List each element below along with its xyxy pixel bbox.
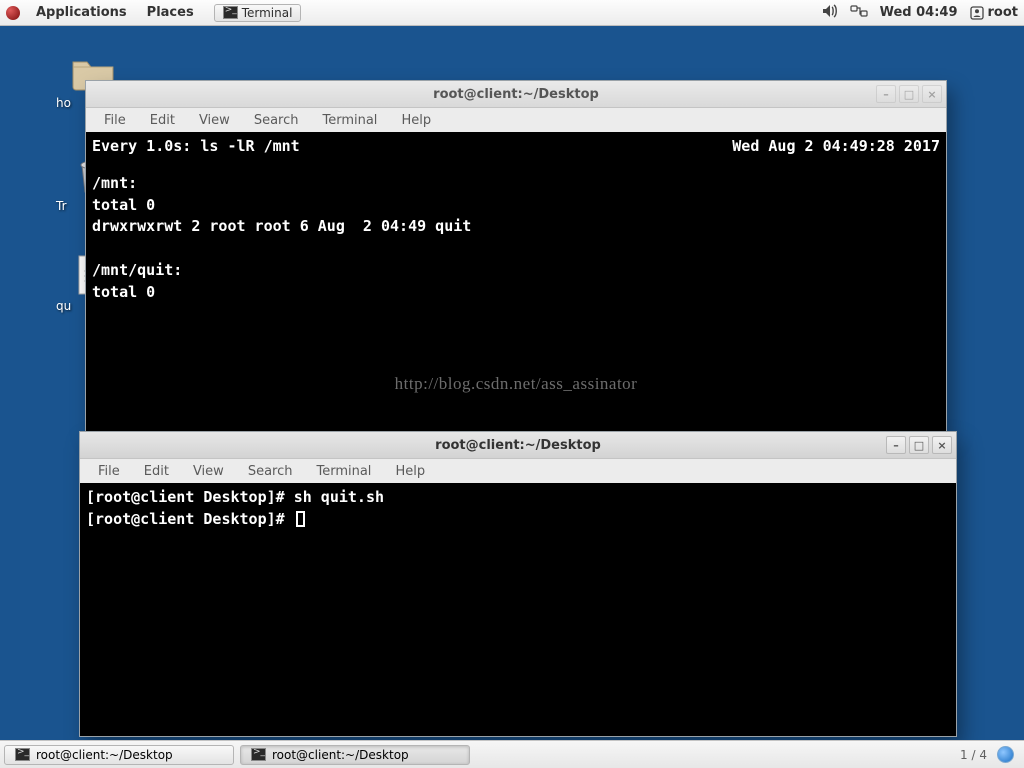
user-label: root <box>988 5 1019 20</box>
panel-running-label: Terminal <box>242 6 293 20</box>
watermark-text: http://blog.csdn.net/ass_assinator <box>395 372 638 397</box>
desktop-icon-label: qu <box>56 299 71 313</box>
window-buttons: – □ × <box>876 85 942 103</box>
bottom-panel-right: 1 / 4 <box>960 746 1020 763</box>
taskbar-item-label: root@client:~/Desktop <box>272 748 409 762</box>
distro-icon <box>6 6 20 20</box>
watch-header-left: Every 1.0s: ls -lR /mnt <box>92 136 300 158</box>
terminal-body[interactable]: Every 1.0s: ls -lR /mnt Wed Aug 2 04:49:… <box>86 132 946 431</box>
user-icon <box>970 6 984 20</box>
show-desktop-icon[interactable] <box>997 746 1014 763</box>
panel-running-terminal[interactable]: Terminal <box>214 4 302 22</box>
maximize-button[interactable]: □ <box>909 436 929 454</box>
maximize-button[interactable]: □ <box>899 85 919 103</box>
window-buttons: – □ × <box>886 436 952 454</box>
menu-file[interactable]: File <box>88 462 130 481</box>
top-panel-left: Applications Places Terminal <box>6 3 301 22</box>
top-panel: Applications Places Terminal Wed 04:49 r… <box>0 0 1024 26</box>
terminal-window-shell[interactable]: root@client:~/Desktop – □ × File Edit Vi… <box>79 431 957 737</box>
menu-terminal[interactable]: Terminal <box>306 462 381 481</box>
titlebar[interactable]: root@client:~/Desktop – □ × <box>80 432 956 459</box>
menu-search[interactable]: Search <box>238 462 303 481</box>
prompt-2: [root@client Desktop]# <box>86 510 294 528</box>
taskbar-item-1[interactable]: root@client:~/Desktop <box>4 745 234 765</box>
menubar: File Edit View Search Terminal Help <box>86 108 946 132</box>
close-button[interactable]: × <box>932 436 952 454</box>
window-title: root@client:~/Desktop <box>435 438 601 453</box>
terminal-body[interactable]: [root@client Desktop]# sh quit.sh [root@… <box>80 483 956 736</box>
terminal-icon <box>15 748 30 761</box>
watch-output: /mnt: total 0 drwxrwxrwt 2 root root 6 A… <box>92 173 940 304</box>
terminal-window-watch[interactable]: root@client:~/Desktop – □ × File Edit Vi… <box>85 80 947 432</box>
workspace-indicator[interactable]: 1 / 4 <box>960 748 987 762</box>
clock[interactable]: Wed 04:49 <box>880 5 958 20</box>
applications-menu[interactable]: Applications <box>28 3 135 22</box>
menu-view[interactable]: View <box>189 111 240 130</box>
command-1: sh quit.sh <box>294 488 384 506</box>
terminal-icon <box>223 6 238 19</box>
close-button[interactable]: × <box>922 85 942 103</box>
menu-help[interactable]: Help <box>391 111 441 130</box>
menu-search[interactable]: Search <box>244 111 309 130</box>
taskbar-item-2[interactable]: root@client:~/Desktop <box>240 745 470 765</box>
terminal-icon <box>251 748 266 761</box>
taskbar-item-label: root@client:~/Desktop <box>36 748 173 762</box>
cursor-icon <box>296 511 305 527</box>
window-title: root@client:~/Desktop <box>433 87 599 102</box>
menu-terminal[interactable]: Terminal <box>312 111 387 130</box>
network-icon[interactable] <box>850 4 868 22</box>
minimize-button[interactable]: – <box>886 436 906 454</box>
desktop-icon-label: ho <box>56 96 71 110</box>
watch-header-right: Wed Aug 2 04:49:28 2017 <box>732 136 940 158</box>
places-menu[interactable]: Places <box>139 3 202 22</box>
menu-file[interactable]: File <box>94 111 136 130</box>
menu-edit[interactable]: Edit <box>134 462 179 481</box>
menubar: File Edit View Search Terminal Help <box>80 459 956 483</box>
menu-edit[interactable]: Edit <box>140 111 185 130</box>
volume-icon[interactable] <box>822 4 838 22</box>
prompt-1: [root@client Desktop]# <box>86 488 294 506</box>
menu-help[interactable]: Help <box>385 462 435 481</box>
desktop-icon-label: Tr <box>56 199 67 213</box>
minimize-button[interactable]: – <box>876 85 896 103</box>
bottom-panel: root@client:~/Desktop root@client:~/Desk… <box>0 740 1024 768</box>
titlebar[interactable]: root@client:~/Desktop – □ × <box>86 81 946 108</box>
top-panel-right: Wed 04:49 root <box>822 4 1018 22</box>
menu-view[interactable]: View <box>183 462 234 481</box>
user-menu[interactable]: root <box>970 5 1019 20</box>
